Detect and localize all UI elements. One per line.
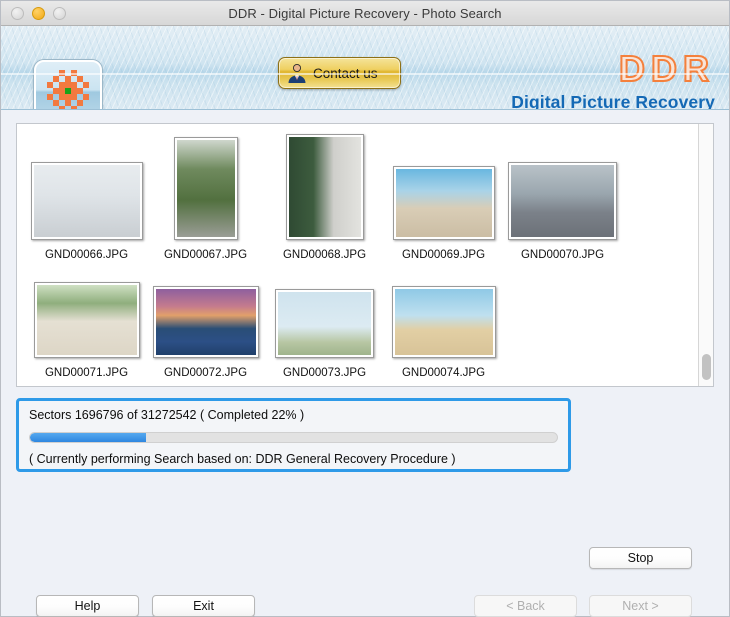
vertical-scrollbar[interactable] [698, 124, 713, 386]
thumbnail-image[interactable] [508, 162, 617, 240]
thumbnail-grid: GND00066.JPG GND00067.JPG GND00068.JPG GND0… [17, 124, 698, 386]
thumbnail-item[interactable]: GND00073.JPG [265, 289, 384, 379]
photo-preview-group-friends-street [33, 165, 140, 237]
thumbnail-filename: GND00068.JPG [282, 249, 367, 261]
progress-bar-fill [30, 433, 146, 442]
thumbnail-row: GND00066.JPG GND00067.JPG GND00068.JPG GND0… [27, 134, 694, 261]
brand-title: DDR [618, 48, 715, 89]
thumbnail-filename: GND00074.JPG [401, 367, 486, 379]
contact-us-label: Contact us [313, 65, 378, 81]
current-operation-text: ( Currently performing Search based on: … [29, 452, 456, 466]
photo-preview-hilltop-silhouette [278, 292, 371, 355]
thumbnail-filename: GND00072.JPG [163, 367, 248, 379]
window-title: DDR - Digital Picture Recovery - Photo S… [228, 5, 502, 21]
header-banner: Contact us DDR Digital Picture Recovery [1, 26, 729, 110]
brand-block: DDR Digital Picture Recovery [511, 48, 715, 110]
help-button[interactable]: Help [36, 595, 139, 617]
thumbnail-filename: GND00067.JPG [163, 249, 248, 261]
back-button: < Back [474, 595, 577, 617]
application-window: DDR - Digital Picture Recovery - Photo S… [0, 0, 730, 617]
thumbnail-image[interactable] [33, 282, 140, 358]
flower-checker-icon [47, 70, 89, 109]
title-bar: DDR - Digital Picture Recovery - Photo S… [1, 1, 729, 26]
thumbnail-item[interactable]: GND00066.JPG [27, 162, 146, 261]
thumbnail-image[interactable] [30, 162, 143, 240]
main-content: GND00066.JPG GND00067.JPG GND00068.JPG GND0… [1, 110, 729, 617]
exit-button[interactable]: Exit [152, 595, 255, 617]
thumbnail-filename: GND00071.JPG [44, 367, 129, 379]
navigation-button-row: Help Exit < Back Next > [16, 595, 716, 617]
thumbnail-image[interactable] [275, 289, 374, 358]
thumbnail-item[interactable]: GND00069.JPG [384, 166, 503, 261]
brand-subtitle: Digital Picture Recovery [511, 92, 715, 110]
progress-panel: Sectors 1696796 of 31272542 ( Completed … [16, 398, 571, 472]
thumbnail-row: GND00071.JPG GND00072.JPG GND00073.JPG GND0… [27, 261, 694, 379]
scrollbar-thumb[interactable] [702, 354, 711, 380]
photo-preview-couple-on-rocks [511, 165, 614, 237]
ddr-app-icon [34, 60, 102, 109]
thumbnail-filename: GND00073.JPG [282, 367, 367, 379]
thumbnail-image[interactable] [152, 286, 259, 358]
thumbnail-panel: GND00066.JPG GND00067.JPG GND00068.JPG GND0… [16, 123, 714, 387]
photo-preview-beach-walk-group [36, 285, 137, 355]
thumbnail-image[interactable] [173, 137, 238, 240]
thumbnail-item[interactable]: GND00074.JPG [384, 286, 503, 379]
thumbnail-item[interactable]: GND00072.JPG [146, 286, 265, 379]
thumbnail-image[interactable] [285, 134, 364, 240]
photo-preview-beach-friends [395, 169, 492, 237]
thumbnail-item[interactable]: GND00070.JPG [503, 162, 622, 261]
photo-preview-purple-sunset-field [155, 289, 256, 355]
photo-preview-christmas-tree [288, 137, 361, 237]
photo-preview-palm-trees-skaters [176, 140, 235, 237]
thumbnail-filename: GND00069.JPG [401, 249, 486, 261]
thumbnail-item[interactable]: GND00067.JPG [146, 137, 265, 261]
thumbnail-image[interactable] [391, 286, 496, 358]
thumbnail-filename: GND00066.JPG [44, 249, 129, 261]
contact-us-button[interactable]: Contact us [278, 57, 401, 89]
sectors-status-text: Sectors 1696796 of 31272542 ( Completed … [29, 408, 305, 422]
thumbnail-item[interactable]: GND00071.JPG [27, 282, 146, 379]
thumbnail-filename: GND00070.JPG [520, 249, 605, 261]
thumbnail-image[interactable] [392, 166, 495, 240]
photo-preview-beach-cyclists [394, 289, 493, 355]
person-icon [288, 64, 306, 83]
stop-button[interactable]: Stop [589, 547, 692, 569]
next-button: Next > [589, 595, 692, 617]
thumbnail-item[interactable]: GND00068.JPG [265, 134, 384, 261]
progress-bar [29, 432, 558, 443]
